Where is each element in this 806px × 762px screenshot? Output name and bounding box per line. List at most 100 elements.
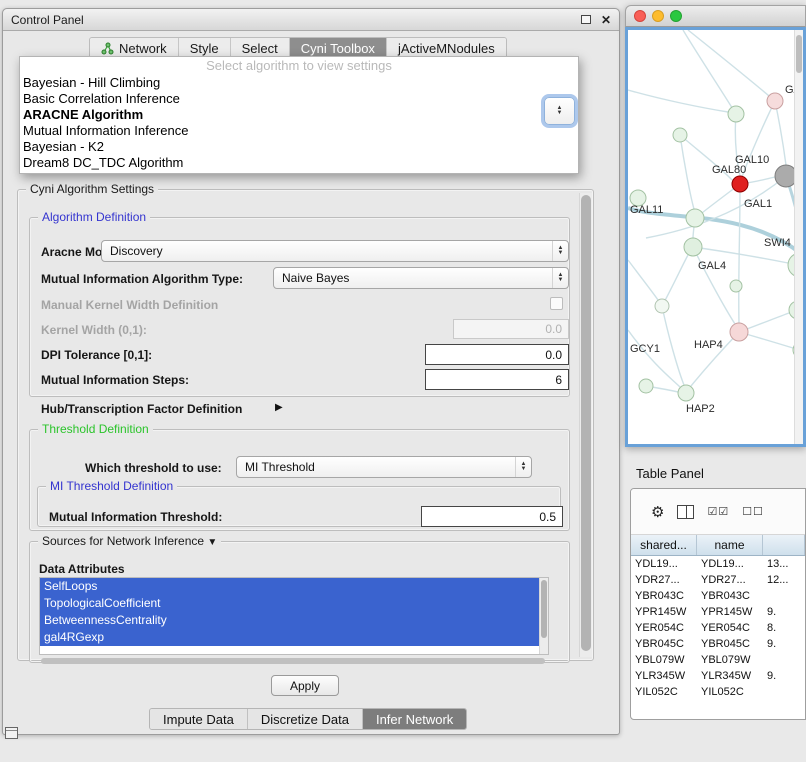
list-item[interactable]: TopologicalCoefficient [40, 595, 539, 612]
cell: YPR145W [631, 606, 697, 618]
table-row[interactable]: YPR145W YPR145W 9. [631, 604, 805, 620]
tab-label: Style [190, 41, 219, 56]
group-title: MI Threshold Definition [46, 479, 177, 493]
network-window-titlebar[interactable] [625, 5, 806, 27]
list-item[interactable]: SelfLoops [40, 578, 539, 595]
show-columns-icon[interactable] [677, 505, 694, 519]
minimize-window-button[interactable] [652, 10, 664, 22]
mi-type-select[interactable]: Naive Bayes ▲▼ [273, 267, 569, 289]
spinner-icon: ▲▼ [552, 268, 568, 288]
table-panel-window: ⚙ ☑☑ ☐☐ shared... name YDL19... YDL19...… [630, 488, 806, 720]
table-row[interactable]: YDL19... YDL19... 13... [631, 556, 805, 572]
list-scrollbar[interactable] [539, 578, 548, 654]
panel-title: Control Panel [11, 13, 581, 27]
table-row[interactable]: YDR27... YDR27... 12... [631, 572, 805, 588]
table-header-row: shared... name [631, 535, 805, 556]
cell: 9. [763, 670, 805, 682]
tab-cyni-toolbox[interactable]: Cyni Toolbox [290, 38, 387, 58]
dropdown-item[interactable]: Dream8 DC_TDC Algorithm [20, 155, 578, 171]
cell: 9. [763, 638, 805, 650]
kernel-width-label: Kernel Width (0,1): [41, 323, 147, 337]
network-edge [739, 192, 740, 323]
mi-threshold-field[interactable]: 0.5 [421, 506, 563, 527]
selected-value: Naive Bayes [274, 271, 552, 285]
column-header[interactable] [763, 535, 805, 555]
cell: YER054C [697, 622, 763, 634]
tab-network[interactable]: Network [90, 38, 179, 58]
network-edge [688, 30, 775, 101]
control-panel-titlebar[interactable]: Control Panel ✕ [3, 9, 619, 31]
tab-label: Cyni Toolbox [301, 41, 375, 56]
network-node [732, 176, 748, 192]
list-hscrollbar-thumb[interactable] [41, 658, 545, 664]
network-tab-icon [101, 42, 114, 55]
column-header[interactable]: name [697, 535, 763, 555]
spinner-icon: ▲▼ [515, 457, 531, 477]
settings-scrollbar-thumb[interactable] [581, 195, 591, 651]
tab-jactivemnodules[interactable]: jActiveMNodules [387, 38, 506, 58]
dropdown-item[interactable]: Bayesian - Hill Climbing [20, 75, 578, 91]
dropdown-item[interactable]: Bayesian - K2 [20, 139, 578, 155]
data-attributes-list[interactable]: SelfLoops TopologicalCoefficient Between… [39, 577, 549, 655]
close-window-button[interactable] [634, 10, 646, 22]
dropdown-item[interactable]: Basic Correlation Inference [20, 91, 578, 107]
tab-select[interactable]: Select [231, 38, 290, 58]
list-item[interactable]: BetweennessCentrality [40, 612, 539, 629]
table-row[interactable]: YBR043C YBR043C [631, 588, 805, 604]
dpi-tolerance-field[interactable]: 0.0 [425, 344, 569, 365]
select-all-icon[interactable]: ☑☑ [707, 505, 729, 518]
close-panel-icon[interactable]: ✕ [601, 14, 611, 26]
list-scrollbar-thumb[interactable] [541, 580, 547, 638]
dropdown-item[interactable]: Mutual Information Inference [20, 123, 578, 139]
apply-button[interactable]: Apply [271, 675, 339, 696]
cell: YIL052C [631, 686, 697, 698]
mi-threshold-label: Mutual Information Threshold: [49, 510, 222, 524]
table-row[interactable]: YER054C YER054C 8. [631, 620, 805, 636]
network-edge [628, 260, 658, 300]
manual-kernel-checkbox[interactable] [550, 297, 563, 310]
settings-scrollbar[interactable] [579, 193, 592, 657]
docked-panel-icon[interactable] [5, 727, 18, 739]
which-threshold-select[interactable]: MI Threshold ▲▼ [236, 456, 532, 478]
table-row[interactable]: YLR345W YLR345W 9. [631, 668, 805, 684]
network-canvas[interactable]: GALGAL80GAL10GAL11GAL1SWI4GAL4GCY1HAP4HA… [628, 30, 803, 444]
group-title: Sources for Network Inference ▼ [38, 534, 221, 548]
algorithm-combobox-spinner[interactable]: ▲ ▼ [544, 97, 575, 125]
table-row[interactable]: YBR045C YBR045C 9. [631, 636, 805, 652]
network-node [730, 323, 748, 341]
dropdown-item-selected[interactable]: ARACNE Algorithm [20, 107, 578, 123]
network-edge [775, 101, 786, 165]
column-header[interactable]: shared... [631, 535, 697, 555]
collapse-arrow-icon[interactable]: ▼ [207, 537, 217, 548]
manual-kernel-label: Manual Kernel Width Definition [41, 298, 218, 312]
list-item[interactable]: gal4RGexp [40, 629, 539, 646]
cell: YLR345W [631, 670, 697, 682]
aracne-mode-select[interactable]: Discovery ▲▼ [101, 240, 569, 262]
deselect-all-icon[interactable]: ☐☐ [742, 505, 764, 518]
network-vscrollbar-thumb[interactable] [796, 35, 802, 73]
hub-section-label: Hub/Transcription Factor Definition [41, 402, 242, 416]
cell: YBR045C [697, 638, 763, 650]
table-row[interactable]: YBL079W YBL079W [631, 652, 805, 668]
tab-impute-data[interactable]: Impute Data [150, 709, 248, 729]
zoom-window-button[interactable] [670, 10, 682, 22]
control-panel-window: Control Panel ✕ Network Style Select Cyn… [2, 8, 620, 735]
table-settings-gear-icon[interactable]: ⚙ [651, 503, 664, 521]
mi-steps-field[interactable]: 6 [425, 369, 569, 390]
network-view-window: GALGAL80GAL10GAL11GAL1SWI4GAL4GCY1HAP4HA… [625, 5, 806, 447]
table-row[interactable]: YIL052C YIL052C [631, 684, 805, 700]
network-vscrollbar[interactable] [794, 30, 803, 444]
tab-discretize-data[interactable]: Discretize Data [248, 709, 363, 729]
cell: 12... [763, 574, 805, 586]
field-value: 0.5 [539, 510, 556, 524]
expand-arrow-icon[interactable]: ▶ [275, 402, 283, 413]
group-title: Algorithm Definition [38, 210, 150, 224]
data-attributes-label: Data Attributes [39, 562, 125, 576]
network-node-label: GAL4 [698, 260, 726, 272]
tab-style[interactable]: Style [179, 38, 231, 58]
table-panel-title: Table Panel [636, 466, 704, 481]
tab-infer-network[interactable]: Infer Network [363, 709, 466, 729]
float-panel-icon[interactable] [581, 15, 591, 24]
network-node [767, 93, 783, 109]
network-edge [680, 135, 694, 209]
